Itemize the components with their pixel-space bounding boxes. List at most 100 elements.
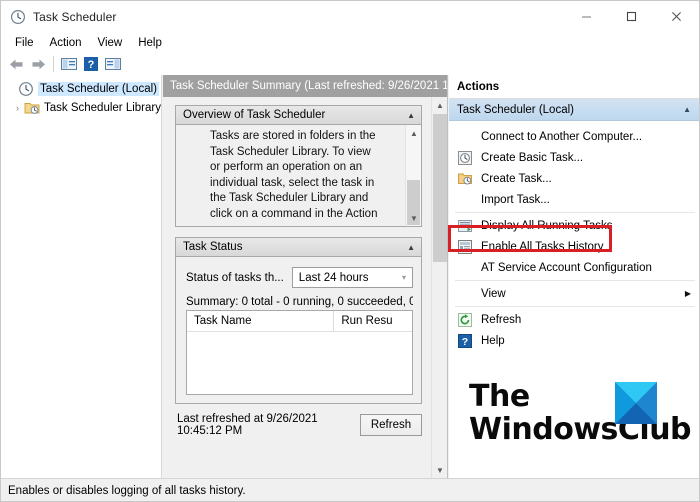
action-refresh[interactable]: Refresh	[449, 309, 699, 330]
overview-text-block: in the Action menu. Tasks are stored in …	[176, 125, 388, 222]
action-enable-all-tasks-history[interactable]: Enable All Tasks History	[449, 236, 699, 257]
action-label: View	[481, 287, 506, 300]
action-icon-placeholder	[457, 286, 473, 302]
chevron-up-icon[interactable]: ▲	[407, 243, 415, 252]
task-status-summary: Summary: 0 total - 0 running, 0 succeede…	[186, 296, 413, 308]
action-icon-placeholder	[457, 192, 473, 208]
overview-body: in the Action menu. Tasks are stored in …	[176, 125, 421, 226]
tasks-history-icon	[457, 239, 473, 255]
clock-icon	[18, 81, 34, 97]
task-status-table[interactable]: Task Name Run Resu	[186, 310, 413, 395]
actions-separator	[455, 306, 695, 307]
action-label: Import Task...	[481, 193, 550, 206]
action-at-service-account-configuration[interactable]: AT Service Account Configuration	[449, 257, 699, 278]
action-label: Connect to Another Computer...	[481, 130, 643, 143]
watermark-logo: The WindowsClub	[469, 382, 692, 452]
summary-scroll-thumb[interactable]	[433, 114, 447, 262]
window-controls	[564, 1, 699, 32]
menu-file[interactable]: File	[7, 35, 42, 51]
action-connect-to-another-computer[interactable]: Connect to Another Computer...	[449, 126, 699, 147]
task-status-body: Status of tasks th... Last 24 hours ▾ Su…	[176, 257, 421, 403]
actions-separator	[455, 212, 695, 213]
action-icon-placeholder	[457, 129, 473, 145]
chevron-down-icon[interactable]: ▾	[402, 273, 406, 282]
column-header-task-name[interactable]: Task Name	[187, 311, 335, 331]
task-status-group: Task Status ▲ Status of tasks th... Last…	[175, 237, 422, 404]
overview-group-title: Overview of Task Scheduler	[183, 109, 326, 121]
chevron-right-icon[interactable]: ›	[11, 103, 24, 113]
create-basic-task-icon	[457, 150, 473, 166]
refresh-button[interactable]: Refresh	[360, 414, 422, 436]
content-area: Task Scheduler (Local) › Task Scheduler …	[1, 75, 699, 478]
toolbar-separator	[53, 56, 54, 72]
action-create-basic-task[interactable]: Create Basic Task...	[449, 147, 699, 168]
summary-pane: Task Scheduler Summary (Last refreshed: …	[163, 75, 448, 478]
action-label: AT Service Account Configuration	[481, 261, 652, 274]
actions-group-task-scheduler-local[interactable]: Task Scheduler (Local) ▲	[449, 99, 699, 121]
action-create-task[interactable]: Create Task...	[449, 168, 699, 189]
tree-item-label: Task Scheduler (Local)	[38, 81, 159, 96]
summary-inner: Overview of Task Scheduler ▲ in the Acti…	[163, 97, 432, 478]
summary-pane-scrollbar[interactable]: ▲ ▼	[431, 97, 447, 478]
chevron-up-icon[interactable]: ▲	[407, 111, 415, 120]
action-label: Help	[481, 334, 505, 347]
table-header-row: Task Name Run Resu	[187, 311, 412, 332]
status-bar: Enables or disables logging of all tasks…	[1, 478, 699, 501]
action-label: Create Task...	[481, 172, 552, 185]
create-task-icon	[457, 171, 473, 187]
status-bar-text: Enables or disables logging of all tasks…	[8, 485, 246, 497]
scroll-up-arrow-icon[interactable]: ▲	[432, 97, 447, 113]
actions-separator	[455, 280, 695, 281]
action-label: Enable All Tasks History	[481, 240, 604, 253]
tree-item-task-scheduler-local[interactable]: Task Scheduler (Local)	[1, 79, 161, 98]
menu-action[interactable]: Action	[42, 35, 90, 51]
scroll-up-arrow-icon[interactable]: ▲	[406, 125, 421, 141]
scroll-down-arrow-icon[interactable]: ▼	[406, 210, 421, 226]
action-import-task[interactable]: Import Task...	[449, 189, 699, 210]
task-status-group-header[interactable]: Task Status ▲	[176, 238, 421, 257]
running-tasks-icon	[457, 218, 473, 234]
minimize-button[interactable]	[564, 1, 609, 32]
tree-item-task-scheduler-library[interactable]: › Task Scheduler Library	[1, 98, 161, 117]
column-header-run-result[interactable]: Run Resu	[334, 311, 412, 331]
title-bar: Task Scheduler	[1, 1, 699, 32]
menu-help[interactable]: Help	[130, 35, 170, 51]
task-scheduler-window: Task Scheduler File Action View Help ? T…	[0, 0, 700, 502]
help-icon: ?	[457, 333, 473, 349]
overview-paragraph: Tasks are stored in folders in the Task …	[210, 130, 378, 220]
summary-pane-header: Task Scheduler Summary (Last refreshed: …	[163, 75, 447, 97]
window-title: Task Scheduler	[33, 9, 117, 24]
clock-icon	[10, 9, 26, 25]
refresh-row: Last refreshed at 9/26/2021 10:45:12 PM …	[175, 413, 422, 437]
tree-item-label: Task Scheduler Library	[44, 101, 161, 114]
action-label: Refresh	[481, 313, 522, 326]
submenu-arrow-icon[interactable]: ▶	[685, 289, 691, 298]
chevron-up-icon[interactable]: ▲	[683, 105, 691, 114]
windowsclub-square-icon	[615, 382, 657, 424]
actions-group-label: Task Scheduler (Local)	[457, 103, 574, 116]
console-tree-pane: Task Scheduler (Local) › Task Scheduler …	[1, 75, 162, 478]
close-button[interactable]	[654, 1, 699, 32]
show-hide-action-pane-button[interactable]	[102, 54, 124, 74]
menu-view[interactable]: View	[90, 35, 131, 51]
folder-clock-icon	[24, 100, 40, 116]
summary-pane-body: Overview of Task Scheduler ▲ in the Acti…	[163, 97, 447, 478]
overview-scrollbar[interactable]: ▲ ▼	[405, 125, 421, 226]
action-icon-placeholder	[457, 260, 473, 276]
task-status-period-select[interactable]: Last 24 hours ▾	[291, 267, 413, 288]
refresh-icon	[457, 312, 473, 328]
action-label: Create Basic Task...	[481, 151, 584, 164]
overview-group: Overview of Task Scheduler ▲ in the Acti…	[175, 105, 422, 227]
task-status-period-label: Status of tasks th...	[186, 271, 284, 284]
overview-group-header[interactable]: Overview of Task Scheduler ▲	[176, 106, 421, 125]
maximize-button[interactable]	[609, 1, 654, 32]
help-button[interactable]: ?	[80, 54, 102, 74]
scroll-down-arrow-icon[interactable]: ▼	[432, 462, 447, 478]
forward-button[interactable]	[27, 54, 49, 74]
actions-pane: Actions Task Scheduler (Local) ▲ Connect…	[449, 75, 699, 478]
action-display-all-running-tasks[interactable]: Display All Running Tasks	[449, 215, 699, 236]
action-view[interactable]: View ▶	[449, 283, 699, 304]
back-button[interactable]	[5, 54, 27, 74]
show-hide-console-tree-button[interactable]	[58, 54, 80, 74]
action-help[interactable]: ? Help	[449, 330, 699, 351]
